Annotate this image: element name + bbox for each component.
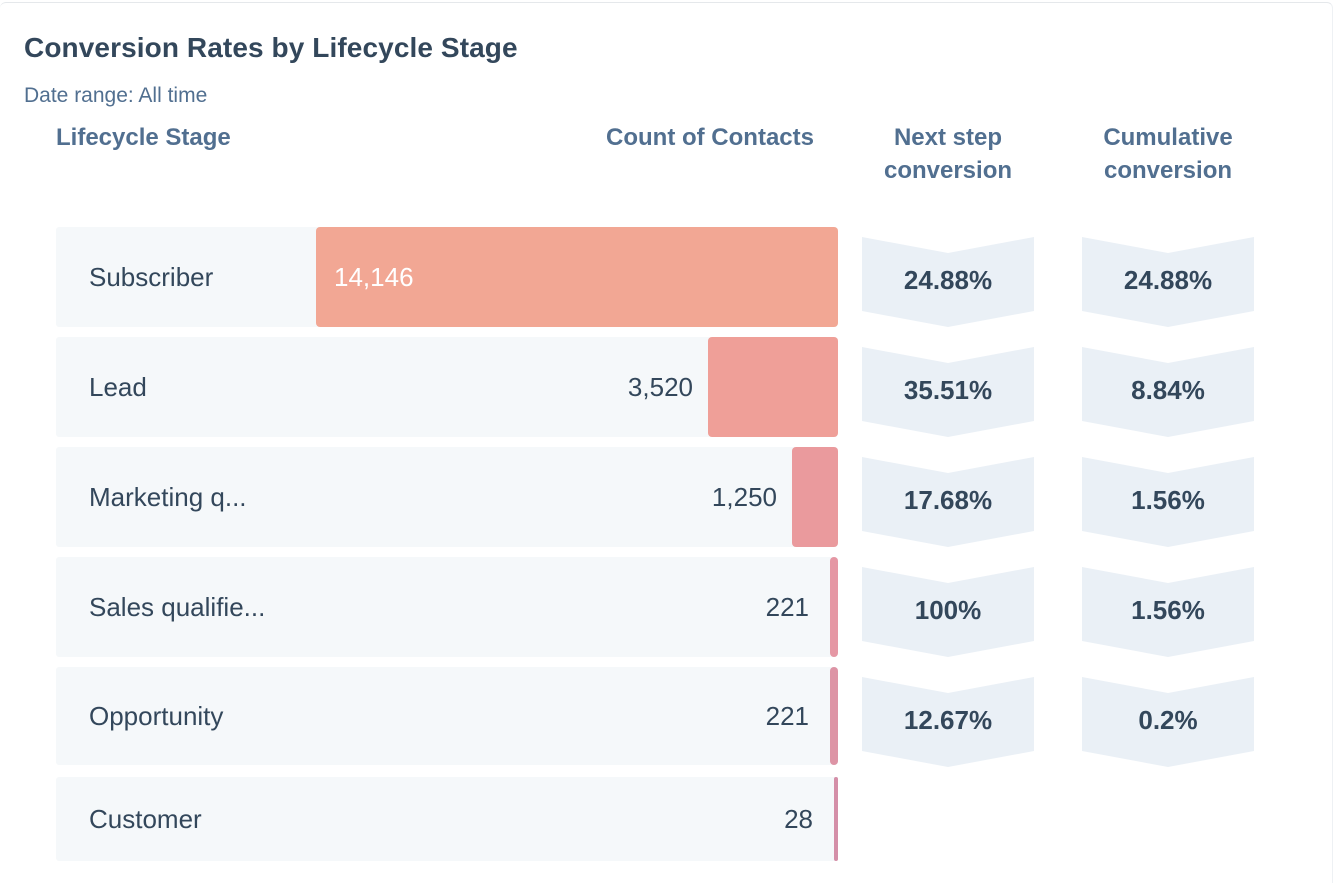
cumulative-conversion-chevron: 0.2% <box>1082 677 1254 767</box>
stage-row[interactable]: Lead 3,520 <box>56 337 838 437</box>
column-header-count: Count of Contacts <box>606 124 814 151</box>
next-step-conversion-chevron: 12.67% <box>862 677 1034 767</box>
cumulative-conversion-chevron: 8.84% <box>1082 347 1254 437</box>
stage-row[interactable]: Opportunity 221 <box>56 667 838 765</box>
count-value: 14,146 <box>334 261 414 292</box>
header-line: Cumulative <box>1103 124 1233 151</box>
next-step-conversion-chevron: 24.88% <box>862 237 1034 327</box>
count-value: 221 <box>765 700 809 731</box>
next-step-conversion-value: 12.67% <box>903 705 993 735</box>
count-bar[interactable] <box>830 557 838 657</box>
header-line: Next step <box>893 124 1003 151</box>
stage-row[interactable]: Sales qualifie... 221 <box>56 557 838 657</box>
next-step-conversion-value: 100% <box>914 595 982 625</box>
next-step-conversion-value: 17.68% <box>903 485 993 515</box>
column-header-cumulative: Cumulative conversion <box>1082 121 1254 187</box>
next-step-conversion-value: 35.51% <box>903 375 993 405</box>
next-step-conversion-chevron: 17.68% <box>862 457 1034 547</box>
count-value: 28 <box>784 803 813 834</box>
stage-row[interactable]: Marketing q... 1,250 <box>56 447 838 547</box>
column-header-next-step: Next step conversion <box>862 121 1034 187</box>
cumulative-conversion-value: 8.84% <box>1131 375 1205 405</box>
count-bar[interactable] <box>708 337 838 437</box>
report-card: Conversion Rates by Lifecycle Stage Date… <box>0 2 1333 883</box>
report-title: Conversion Rates by Lifecycle Stage <box>24 32 518 63</box>
stage-row[interactable]: Subscriber 14,146 <box>56 227 838 327</box>
stage-row[interactable]: Customer 28 <box>56 777 838 861</box>
cumulative-conversion-chevron: 1.56% <box>1082 457 1254 547</box>
stage-label: Customer <box>89 803 202 834</box>
stage-label: Marketing q... <box>89 481 247 512</box>
next-step-conversion-chevron: 100% <box>862 567 1034 657</box>
next-step-conversion-chevron: 35.51% <box>862 347 1034 437</box>
cumulative-conversion-chevron: 24.88% <box>1082 237 1254 327</box>
count-value: 221 <box>765 591 809 622</box>
count-bar[interactable] <box>830 667 838 765</box>
next-step-conversion-value: 24.88% <box>903 265 993 295</box>
count-value: 1,250 <box>711 481 777 512</box>
stage-label: Sales qualifie... <box>89 591 266 622</box>
stage-label: Lead <box>89 371 147 402</box>
header-line: conversion <box>1103 157 1233 184</box>
cumulative-conversion-value: 24.88% <box>1123 265 1213 295</box>
column-header-lifecycle-stage: Lifecycle Stage <box>56 124 231 151</box>
count-bar[interactable] <box>834 777 838 861</box>
cumulative-conversion-chevron: 1.56% <box>1082 567 1254 657</box>
count-value: 3,520 <box>627 371 693 402</box>
cumulative-conversion-value: 1.56% <box>1131 485 1205 515</box>
cumulative-conversion-value: 0.2% <box>1138 705 1198 735</box>
cumulative-conversion-value: 1.56% <box>1131 595 1205 625</box>
count-bar[interactable] <box>792 447 838 547</box>
stage-label: Opportunity <box>89 700 224 731</box>
date-range-label: Date range: All time <box>24 84 208 107</box>
stage-label: Subscriber <box>89 261 214 292</box>
header-line: conversion <box>883 157 1013 184</box>
